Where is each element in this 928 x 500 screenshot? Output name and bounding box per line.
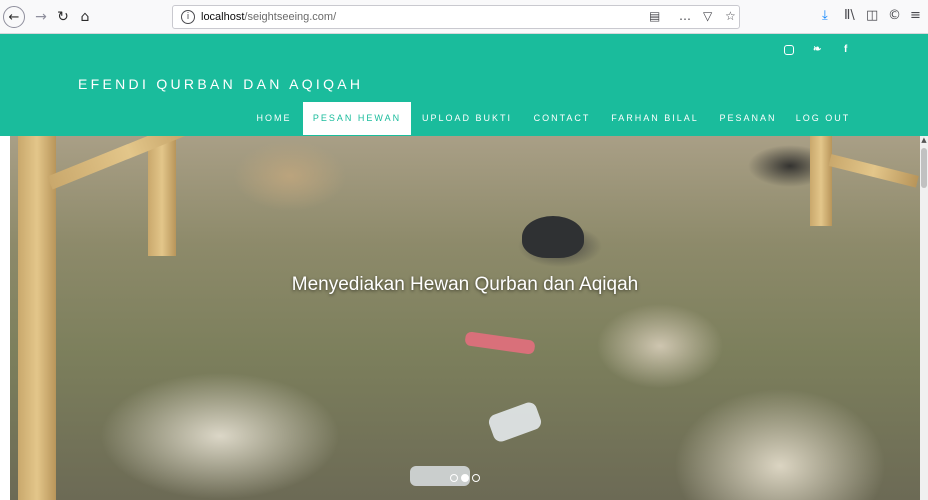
extension-icon[interactable]: ©: [888, 8, 901, 23]
bamboo-rail-decor: [47, 136, 211, 190]
litter-decor: [464, 331, 536, 355]
page-actions-icon[interactable]: …: [679, 9, 692, 23]
carousel-dot-active[interactable]: [461, 474, 469, 482]
site-info-icon[interactable]: i: [181, 10, 195, 24]
bucket-decor: [522, 216, 584, 258]
carousel-dot[interactable]: [472, 474, 480, 482]
bamboo-pole-decor: [148, 136, 176, 256]
site-header: ❧ f EFENDI QURBAN DAN AQIQAH HOME PESAN …: [0, 34, 928, 136]
reload-button[interactable]: ↻: [52, 6, 74, 28]
litter-decor: [486, 400, 544, 444]
hero-caption: Menyediakan Hewan Qurban dan Aqiqah: [291, 274, 639, 295]
bamboo-rail-decor: [828, 154, 919, 188]
nav-home[interactable]: HOME: [248, 102, 300, 135]
url-bar[interactable]: i localhost/seightseeing.com/ ▤ … ▽ ☆: [172, 5, 740, 29]
url-path: /seightseeing.com/: [244, 11, 337, 23]
instagram-icon[interactable]: [784, 45, 794, 55]
url-host: localhost: [201, 11, 245, 23]
bamboo-pole-decor: [810, 136, 832, 226]
twitter-icon[interactable]: ❧: [813, 44, 821, 55]
hamburger-menu-icon[interactable]: ≡: [910, 8, 921, 23]
forward-arrow-icon: →: [35, 9, 47, 25]
forward-button[interactable]: →: [30, 6, 52, 28]
scroll-thumb[interactable]: [921, 148, 927, 188]
bamboo-pole-decor: [18, 136, 56, 500]
nav-pesanan[interactable]: PESANAN: [711, 102, 785, 135]
browser-toolbar: ← → ↻ ⌂ i localhost/seightseeing.com/ ▤ …: [0, 0, 928, 34]
scroll-up-arrow-icon[interactable]: ▲: [920, 136, 928, 144]
nav-contact[interactable]: CONTACT: [525, 102, 599, 135]
back-arrow-icon: ←: [8, 9, 20, 25]
reader-view-icon[interactable]: ▤: [649, 9, 660, 23]
download-icon[interactable]: ⤓: [822, 8, 828, 23]
sidebar-icon[interactable]: ◫: [866, 8, 878, 23]
site-brand[interactable]: EFENDI QURBAN DAN AQIQAH: [78, 76, 363, 92]
carousel-dot[interactable]: [450, 474, 458, 482]
facebook-icon[interactable]: f: [844, 44, 847, 55]
page-scrollbar[interactable]: ▲: [920, 136, 928, 500]
nav-upload-bukti[interactable]: UPLOAD BUKTI: [414, 102, 520, 135]
pocket-icon[interactable]: ▽: [703, 9, 712, 23]
url-text[interactable]: localhost/seightseeing.com/: [201, 11, 336, 23]
reload-icon: ↻: [57, 9, 69, 25]
hero-carousel[interactable]: Menyediakan Hewan Qurban dan Aqiqah: [10, 136, 920, 500]
nav-pesan-hewan[interactable]: PESAN HEWAN: [303, 102, 411, 135]
nav-log-out[interactable]: LOG OUT: [788, 102, 858, 135]
home-button[interactable]: ⌂: [74, 6, 96, 28]
library-icon[interactable]: Ⅱ\: [844, 8, 855, 23]
nav-farhan-bilal[interactable]: FARHAN BILAL: [603, 102, 707, 135]
home-icon: ⌂: [80, 9, 90, 25]
back-button[interactable]: ←: [3, 6, 25, 28]
bookmark-star-icon[interactable]: ☆: [725, 9, 736, 23]
